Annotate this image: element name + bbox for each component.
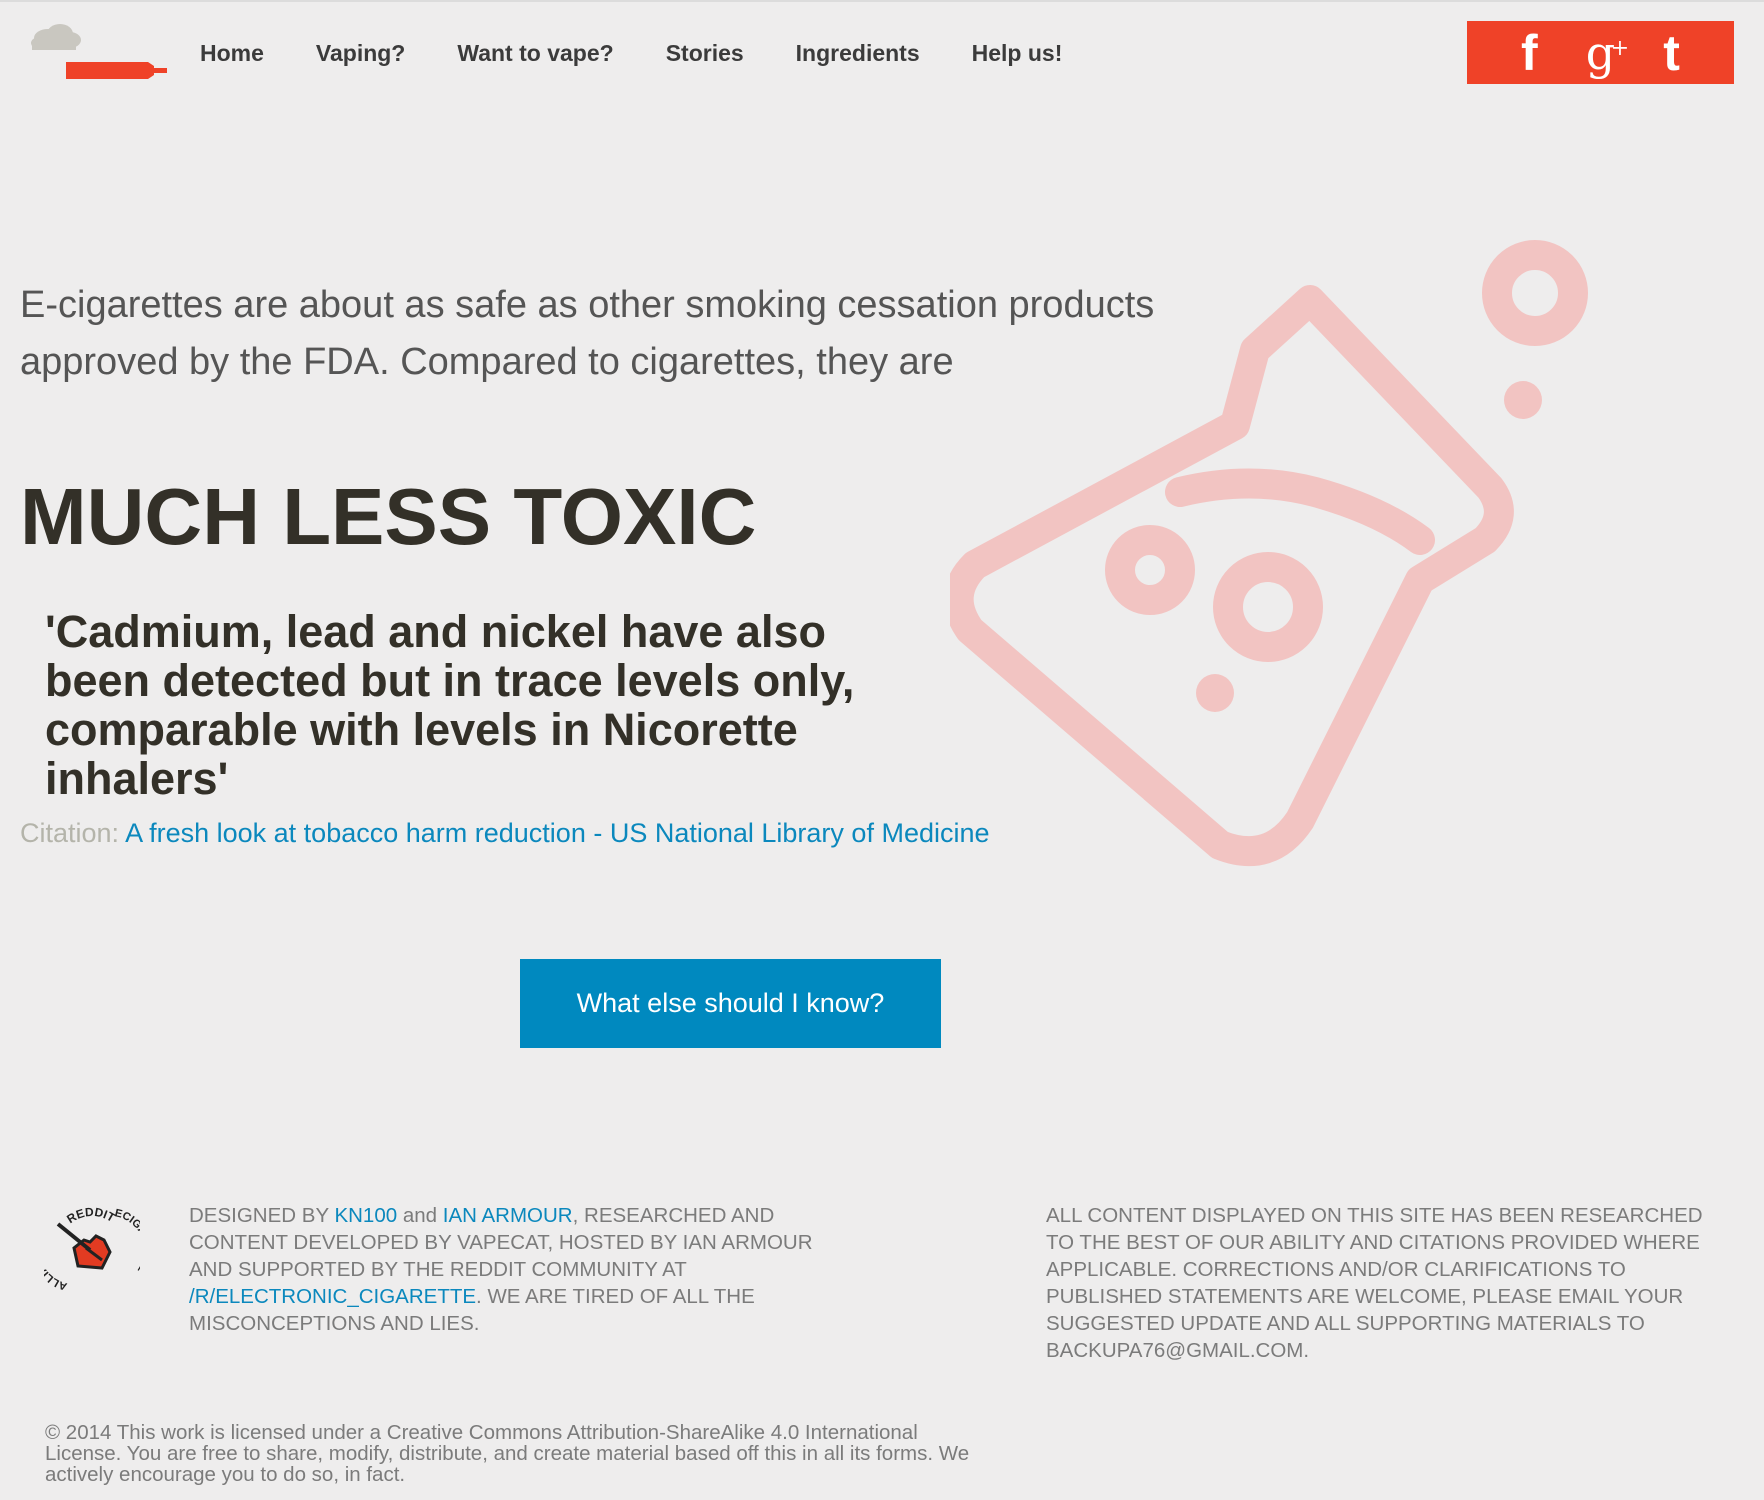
- footer-designed-by: DESIGNED BY: [189, 1204, 329, 1227]
- citation-label: Citation:: [20, 818, 120, 848]
- site-logo-icon[interactable]: [26, 22, 168, 86]
- svg-text:ALLIANCE: ALLIANCE: [44, 1240, 69, 1292]
- nav-stories[interactable]: Stories: [666, 40, 744, 67]
- badge-top-text: REDDIT: [64, 1205, 118, 1226]
- citation-link[interactable]: A fresh look at tobacco harm reduction -…: [125, 818, 989, 848]
- footer-and: and: [402, 1204, 438, 1227]
- googleplus-icon[interactable]: g +: [1586, 28, 1629, 78]
- reddit-alliance-badge-icon[interactable]: REDDIT ECIGARETTE ALLIANCE: [44, 1202, 140, 1298]
- main-nav: Home Vaping? Want to vape? Stories Ingre…: [200, 40, 1114, 67]
- svg-text:REDDIT: REDDIT: [64, 1205, 118, 1226]
- footer-credits: DESIGNED BY KN100 and IAN ARMOUR, RESEAR…: [189, 1202, 829, 1337]
- page-headline: MUCH LESS TOXIC: [20, 472, 757, 561]
- footer-disclaimer: ALL CONTENT DISPLAYED ON THIS SITE HAS B…: [1046, 1204, 1703, 1362]
- social-bar: f g + t: [1467, 21, 1734, 84]
- svg-text:ECIGARETTE: ECIGARETTE: [114, 1207, 140, 1275]
- googleplus-plus: +: [1610, 35, 1630, 61]
- license-text: © 2014 This work is licensed under a Cre…: [45, 1421, 970, 1486]
- quote-text: 'Cadmium, lead and nickel have also been…: [45, 606, 855, 804]
- nav-want-to-vape[interactable]: Want to vape?: [457, 40, 613, 67]
- kn100-link[interactable]: KN100: [334, 1204, 397, 1227]
- nav-ingredients[interactable]: Ingredients: [796, 40, 920, 67]
- facebook-icon[interactable]: f: [1521, 28, 1538, 78]
- intro-text: E-cigarettes are about as safe as other …: [20, 284, 1155, 383]
- ian-armour-link[interactable]: IAN ARMOUR: [443, 1204, 573, 1227]
- nav-help-us[interactable]: Help us!: [972, 40, 1063, 67]
- what-else-button[interactable]: What else should I know?: [520, 959, 941, 1048]
- nav-vaping[interactable]: Vaping?: [316, 40, 405, 67]
- twitter-icon[interactable]: t: [1663, 28, 1680, 78]
- subreddit-link[interactable]: /R/ELECTRONIC_CIGARETTE: [189, 1285, 476, 1308]
- nav-home[interactable]: Home: [200, 40, 264, 67]
- citation: Citation: A fresh look at tobacco harm r…: [20, 816, 990, 850]
- badge-right-text: ECIGARETTE: [114, 1207, 140, 1275]
- badge-left-text: ALLIANCE: [44, 1240, 69, 1292]
